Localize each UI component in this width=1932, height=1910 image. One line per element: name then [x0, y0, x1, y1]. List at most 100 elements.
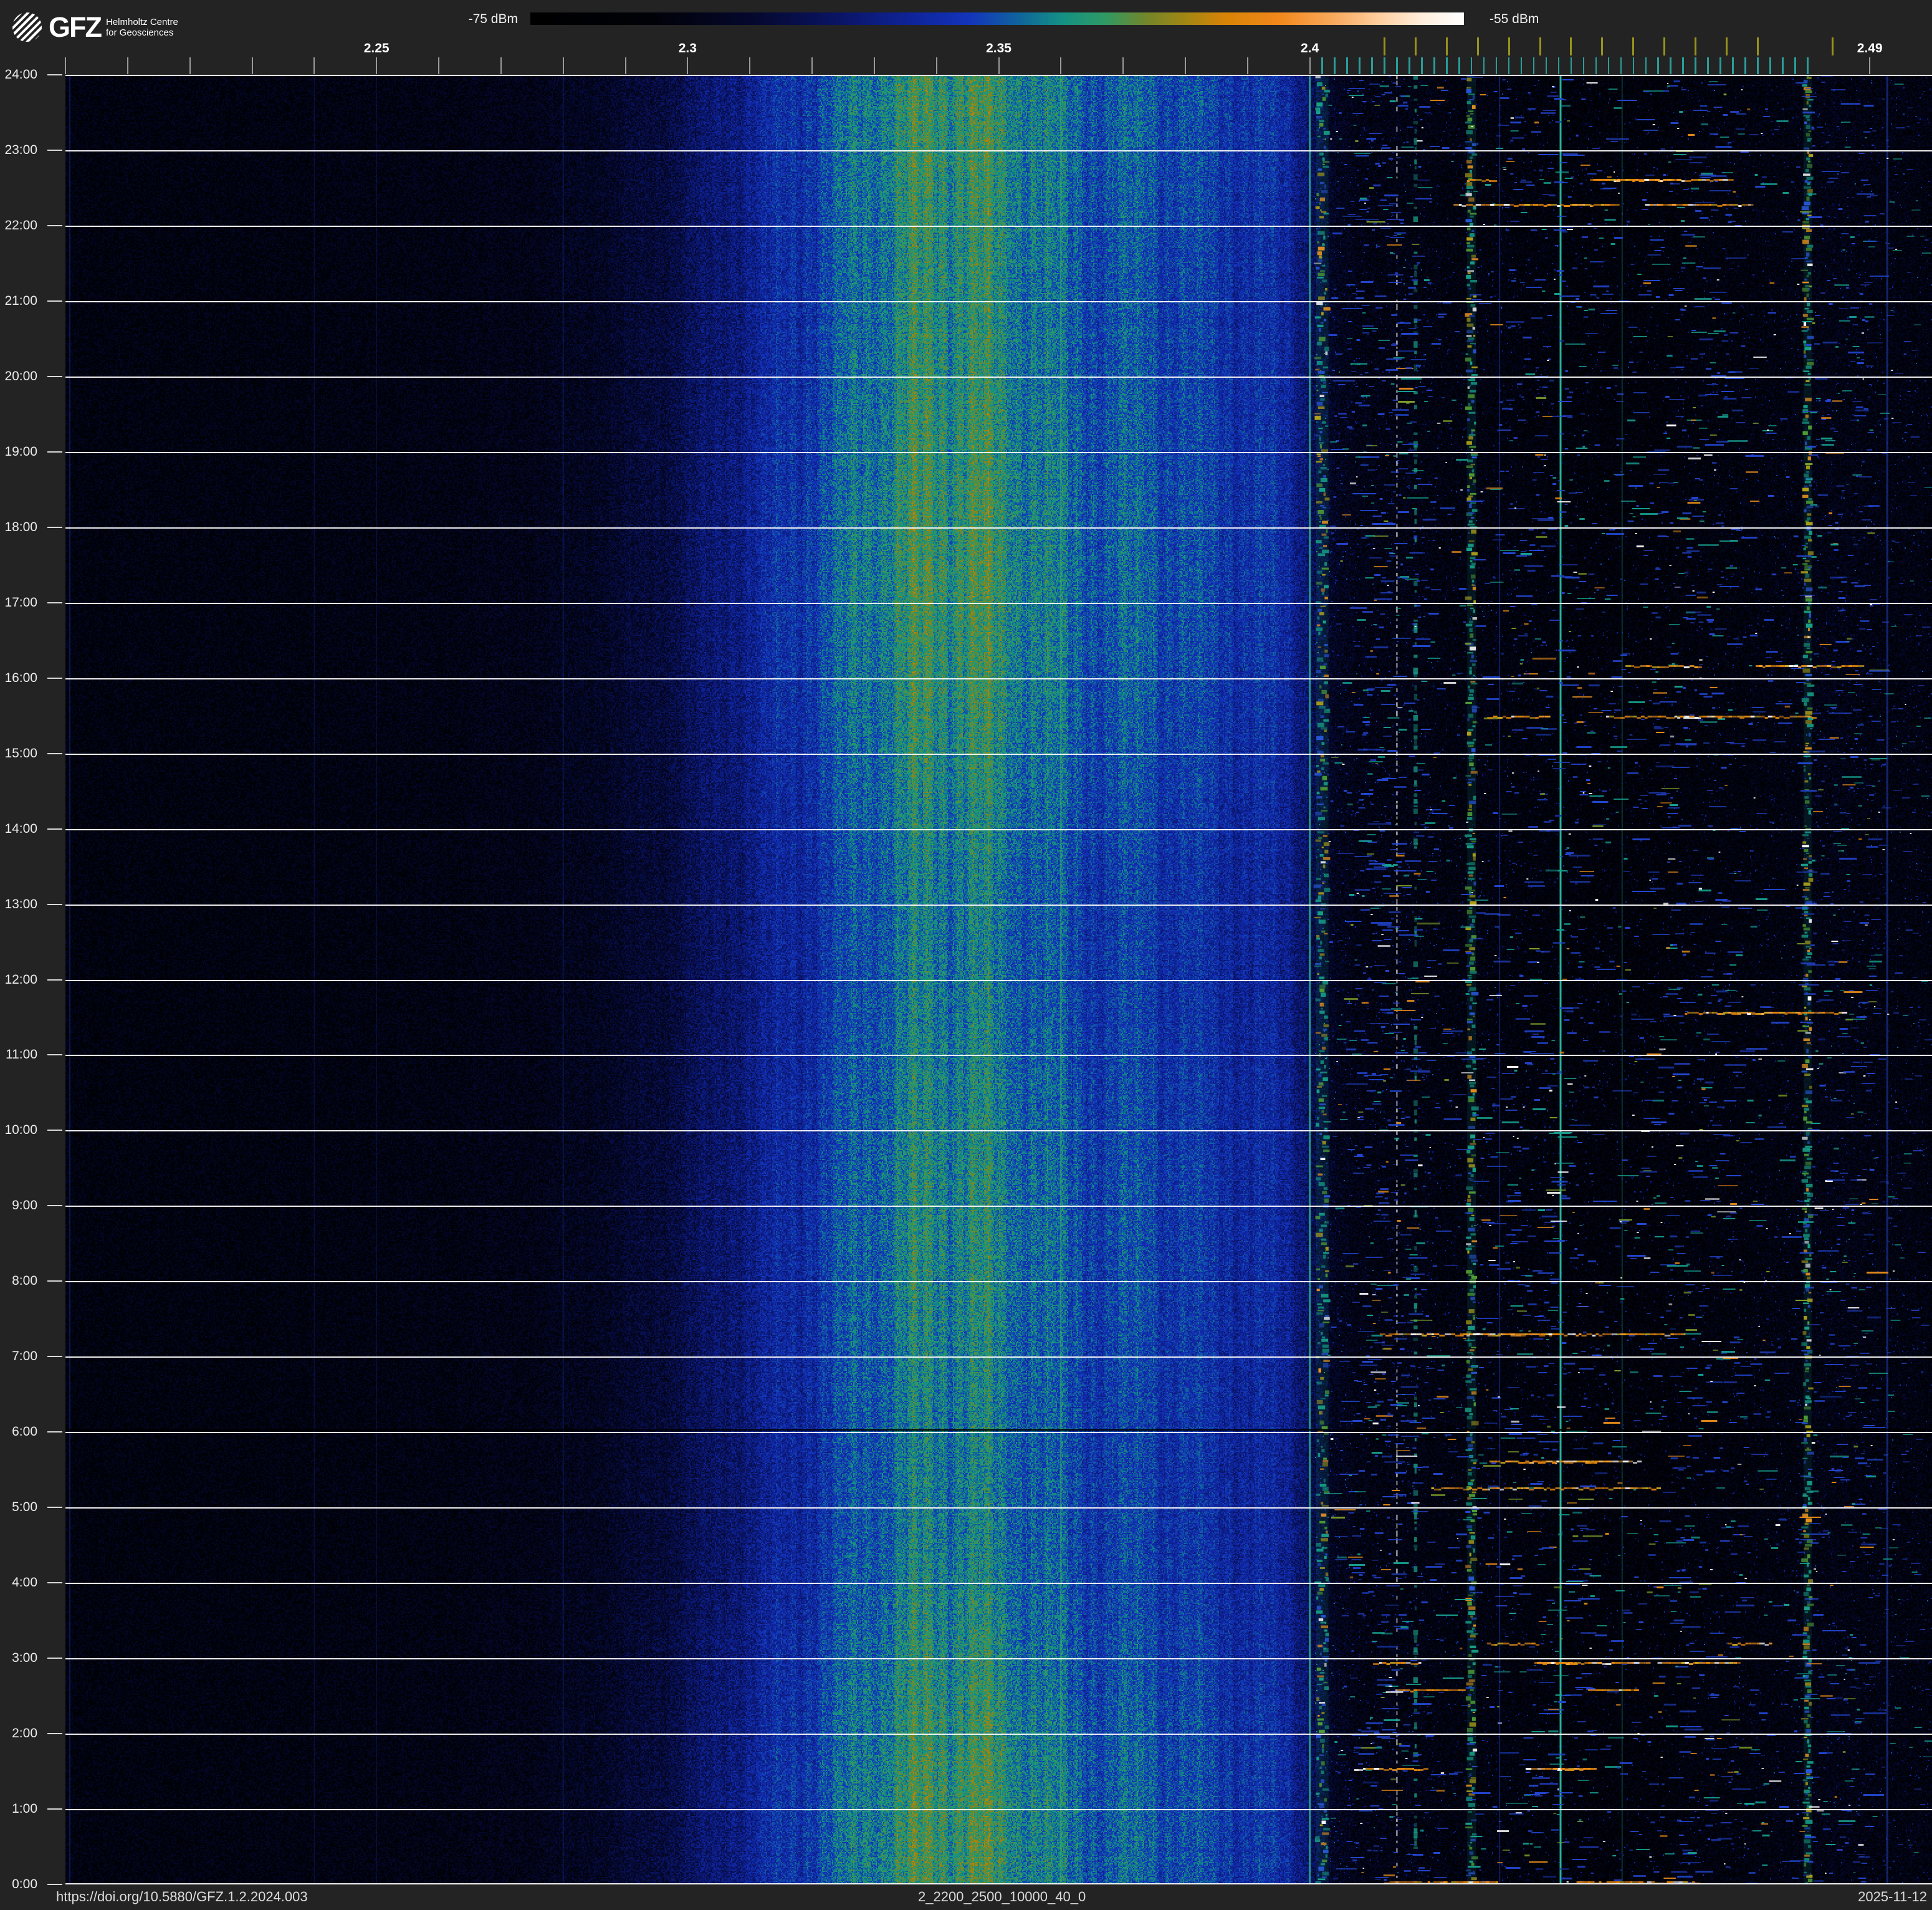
- time-tick: [47, 1884, 62, 1885]
- time-axis-label: 2:00: [12, 1726, 37, 1741]
- ble-channel-tick: [1334, 57, 1336, 74]
- ble-channel-tick: [1682, 57, 1684, 74]
- time-tick: [47, 1507, 62, 1509]
- gfz-logo-icon: [12, 12, 42, 42]
- wifi-channel-tick: [1663, 37, 1666, 55]
- time-tick: [47, 602, 62, 603]
- ble-channel-tick: [1732, 57, 1734, 74]
- ble-channel-tick: [1483, 57, 1485, 74]
- time-tick: [47, 1054, 62, 1056]
- time-tick: [47, 979, 62, 981]
- ble-channel-tick: [1794, 57, 1796, 74]
- time-axis-label: 9:00: [12, 1198, 37, 1213]
- ble-channel-tick: [1782, 57, 1784, 74]
- freq-minor-tick: [1060, 57, 1062, 74]
- freq-axis-label: 2.35: [986, 41, 1011, 55]
- ble-channel-tick: [1670, 57, 1671, 74]
- ble-channel-tick: [1495, 57, 1498, 74]
- time-tick: [47, 828, 62, 830]
- time-axis-label: 5:00: [12, 1500, 37, 1515]
- ble-channel-tick: [1346, 57, 1348, 74]
- wifi-channel-tick: [1601, 37, 1604, 55]
- ble-channel-tick: [1470, 57, 1473, 74]
- doi-link[interactable]: https://doi.org/10.5880/GFZ.1.2.2024.003: [56, 1889, 308, 1905]
- ble-channel-tick: [1408, 57, 1410, 74]
- ble-channel-tick: [1545, 57, 1547, 74]
- spectrogram-page: GFZ Helmholtz Centre for Geosciences -75…: [0, 0, 1932, 1910]
- freq-minor-tick: [935, 57, 937, 74]
- freq-axis-label: 2.3: [678, 41, 697, 55]
- ble-channel-tick: [1657, 57, 1659, 74]
- freq-minor-tick: [1869, 57, 1871, 74]
- ble-channel-tick: [1620, 57, 1622, 74]
- time-axis-label: 17:00: [4, 595, 37, 610]
- wifi-channel-tick: [1383, 37, 1385, 55]
- wifi-channel-tick: [1632, 37, 1635, 55]
- freq-minor-tick: [811, 57, 813, 74]
- ble-channel-tick: [1570, 57, 1572, 74]
- time-tick: [47, 1582, 62, 1584]
- freq-minor-tick: [687, 57, 689, 74]
- time-axis-label: 4:00: [12, 1575, 37, 1590]
- wifi-channel-tick: [1445, 37, 1448, 55]
- ble-channel-tick: [1757, 57, 1759, 74]
- ble-channel-tick: [1707, 57, 1709, 74]
- freq-minor-tick: [873, 57, 875, 74]
- time-tick: [47, 300, 62, 302]
- time-tick: [47, 1808, 62, 1810]
- gfz-logo-text: GFZ: [49, 11, 102, 43]
- time-axis-label: 15:00: [4, 746, 37, 761]
- freq-minor-tick: [1246, 57, 1248, 74]
- time-axis-label: 6:00: [12, 1424, 37, 1439]
- freq-minor-tick: [624, 57, 626, 74]
- time-axis-label: 8:00: [12, 1274, 37, 1289]
- freq-minor-tick: [500, 57, 502, 74]
- time-axis-label: 13:00: [4, 896, 37, 911]
- time-axis-label: 12:00: [4, 972, 37, 987]
- time-axis-label: 20:00: [4, 368, 37, 383]
- ble-channel-tick: [1769, 57, 1771, 74]
- time-tick: [47, 1130, 62, 1131]
- time-axis-label: 21:00: [4, 293, 37, 308]
- freq-axis-label: 2.25: [363, 41, 390, 55]
- dataset-label: 2_2200_2500_10000_40_0: [918, 1889, 1086, 1904]
- wifi-channel-tick: [1539, 37, 1541, 55]
- time-axis-label: 19:00: [4, 444, 37, 459]
- date-label: 2025-11-12: [1858, 1889, 1927, 1904]
- ble-channel-tick: [1384, 57, 1385, 74]
- freq-minor-tick: [127, 57, 128, 74]
- ble-channel-tick: [1359, 57, 1361, 74]
- ble-channel-tick: [1607, 57, 1610, 74]
- ble-channel-tick: [1645, 57, 1647, 74]
- time-axis-label: 7:00: [12, 1349, 37, 1364]
- time-tick: [47, 1356, 62, 1358]
- ble-channel-tick: [1458, 57, 1460, 74]
- wifi-channel-tick: [1756, 37, 1759, 55]
- time-tick: [47, 149, 62, 151]
- time-tick: [47, 74, 62, 75]
- wifi-channel-tick: [1726, 37, 1728, 55]
- ble-channel-tick: [1433, 57, 1435, 74]
- freq-minor-tick: [998, 57, 1000, 74]
- time-tick: [47, 903, 62, 905]
- time-tick: [47, 1733, 62, 1735]
- ble-channel-tick: [1421, 57, 1423, 74]
- wifi-channel-tick: [1414, 37, 1417, 55]
- ble-channel-tick: [1446, 57, 1448, 74]
- time-axis-label: 24:00: [4, 67, 37, 82]
- time-tick: [47, 1431, 62, 1433]
- time-axis-label: 0:00: [12, 1877, 37, 1891]
- wifi-channel-tick: [1831, 37, 1834, 55]
- spectrogram-canvas: [65, 75, 1932, 1884]
- time-tick: [47, 451, 62, 453]
- time-axis-label: 10:00: [4, 1123, 37, 1138]
- ble-channel-tick: [1557, 57, 1560, 74]
- colorbar-max-label: -55 dBm: [1490, 12, 1539, 26]
- freq-minor-tick: [65, 57, 66, 74]
- freq-minor-tick: [1309, 57, 1311, 74]
- freq-minor-tick: [438, 57, 439, 74]
- ble-channel-tick: [1508, 57, 1510, 74]
- time-tick: [47, 1280, 62, 1282]
- gfz-org-name: Helmholtz Centre for Geosciences: [106, 17, 178, 38]
- colorbar-gradient: [530, 12, 1464, 25]
